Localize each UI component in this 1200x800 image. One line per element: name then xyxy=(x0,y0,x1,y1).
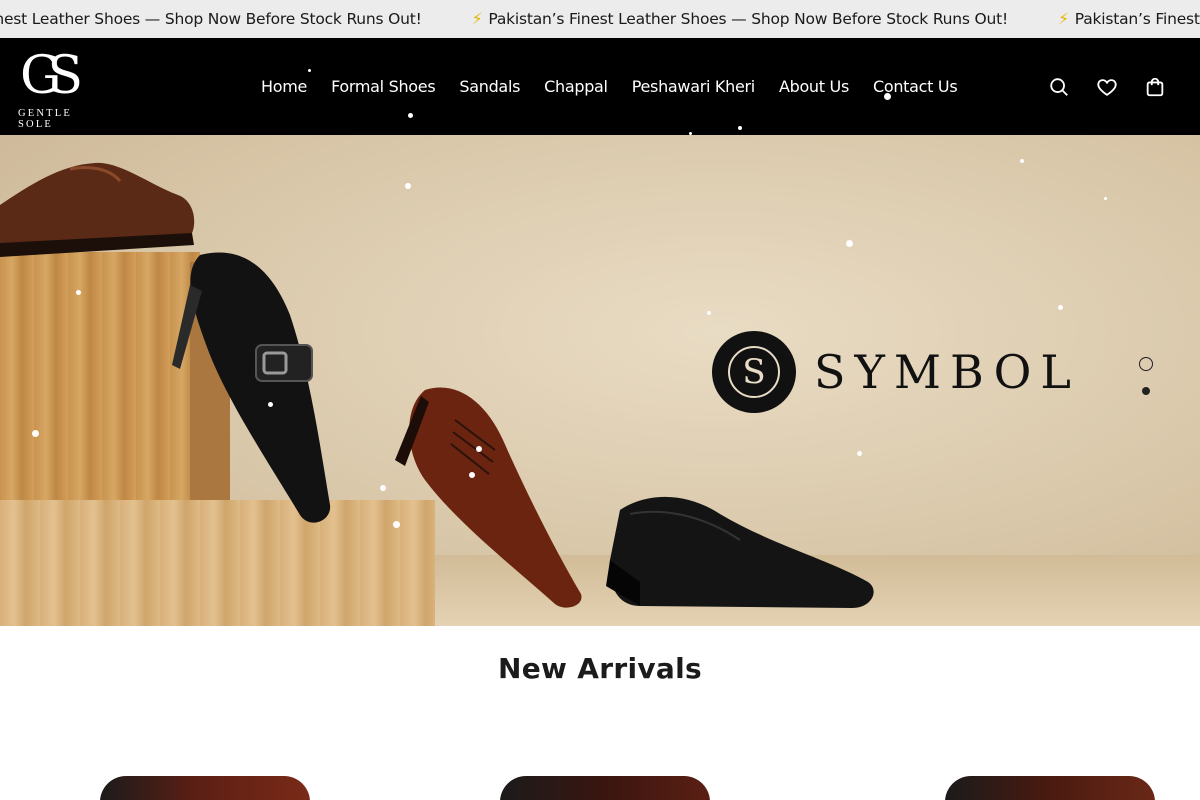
lightning-icon: ⚡ xyxy=(471,10,483,28)
product-grid xyxy=(0,760,1200,800)
sparkle xyxy=(380,485,386,491)
ticker-text: Pakistan’s Finest Leather Shoes — Shop N… xyxy=(1074,10,1200,28)
black-monk-strap-shoe xyxy=(172,252,331,523)
heart-icon[interactable] xyxy=(1096,76,1118,98)
nav-formal-shoes[interactable]: Formal Shoes xyxy=(331,77,436,96)
shopping-bag-icon[interactable] xyxy=(1144,76,1166,98)
ticker-track: Pakistan’s Finest Leather Shoes — Shop N… xyxy=(0,0,1200,38)
ticker-item: ⚡ Pakistan’s Finest Leather Shoes — Shop … xyxy=(471,10,1009,28)
brand-logo[interactable]: GS GENTLE SOLE xyxy=(16,46,106,130)
sparkle xyxy=(1058,305,1063,310)
lightning-icon: ⚡ xyxy=(1058,10,1069,28)
sparkle xyxy=(846,240,853,247)
sparkle xyxy=(32,430,39,437)
sparkle xyxy=(393,521,400,528)
nav-peshawari-kheri[interactable]: Peshawari Kheri xyxy=(632,77,756,96)
ticker-text: Pakistan’s Finest Leather Shoes — Shop N… xyxy=(488,10,1009,28)
search-icon[interactable] xyxy=(1048,76,1070,98)
sparkle xyxy=(76,290,81,295)
sparkle xyxy=(1020,159,1024,163)
sparkle xyxy=(408,113,413,118)
sparkle xyxy=(857,451,862,456)
sparkle xyxy=(308,69,311,72)
wax-seal-icon: S xyxy=(712,331,796,413)
brown-brogue-shoe xyxy=(0,162,195,257)
sparkle xyxy=(268,402,273,407)
product-card[interactable] xyxy=(945,776,1155,800)
site-header: GS GENTLE SOLE Home Formal Shoes Sandals… xyxy=(0,38,1200,135)
logo-monogram: GS xyxy=(20,46,83,106)
header-actions xyxy=(1022,38,1166,135)
slide-dot-2[interactable] xyxy=(1142,387,1150,395)
brand-initial: S xyxy=(728,346,780,398)
nav-chappal[interactable]: Chappal xyxy=(544,77,608,96)
black-loafer-shoe xyxy=(606,496,874,608)
brand-logo-symbol: S SYMBOL xyxy=(712,331,1072,421)
brand-wordmark: SYMBOL xyxy=(814,345,1080,399)
sparkle xyxy=(738,126,742,130)
sparkle xyxy=(707,311,711,315)
nav-sandals[interactable]: Sandals xyxy=(459,77,520,96)
slide-dot-1[interactable] xyxy=(1139,357,1153,371)
main-nav: Home Formal Shoes Sandals Chappal Peshaw… xyxy=(261,38,981,135)
product-card[interactable] xyxy=(500,776,710,800)
sparkle xyxy=(405,183,411,189)
sparkle xyxy=(1104,197,1107,200)
ticker-text: Pakistan’s Finest Leather Shoes — Shop N… xyxy=(0,10,422,28)
brown-oxford-shoe xyxy=(395,387,582,608)
announcement-ticker: Pakistan’s Finest Leather Shoes — Shop N… xyxy=(0,0,1200,38)
slider-pagination xyxy=(1138,357,1154,407)
product-card[interactable] xyxy=(100,776,310,800)
sparkle xyxy=(469,472,475,478)
sparkle xyxy=(884,93,891,100)
section-title-new-arrivals: New Arrivals xyxy=(498,652,702,685)
nav-home[interactable]: Home xyxy=(261,77,307,96)
nav-about-us[interactable]: About Us xyxy=(779,77,849,96)
ticker-item: Pakistan’s Finest Leather Shoes — Shop N… xyxy=(0,10,422,28)
logo-wordmark: GENTLE SOLE xyxy=(18,108,73,130)
hero-banner[interactable]: S SYMBOL xyxy=(0,135,1200,626)
ticker-item: ⚡ Pakistan’s Finest Leather Shoes — Shop … xyxy=(1058,10,1200,28)
sparkle xyxy=(689,132,692,135)
sparkle xyxy=(476,446,482,452)
